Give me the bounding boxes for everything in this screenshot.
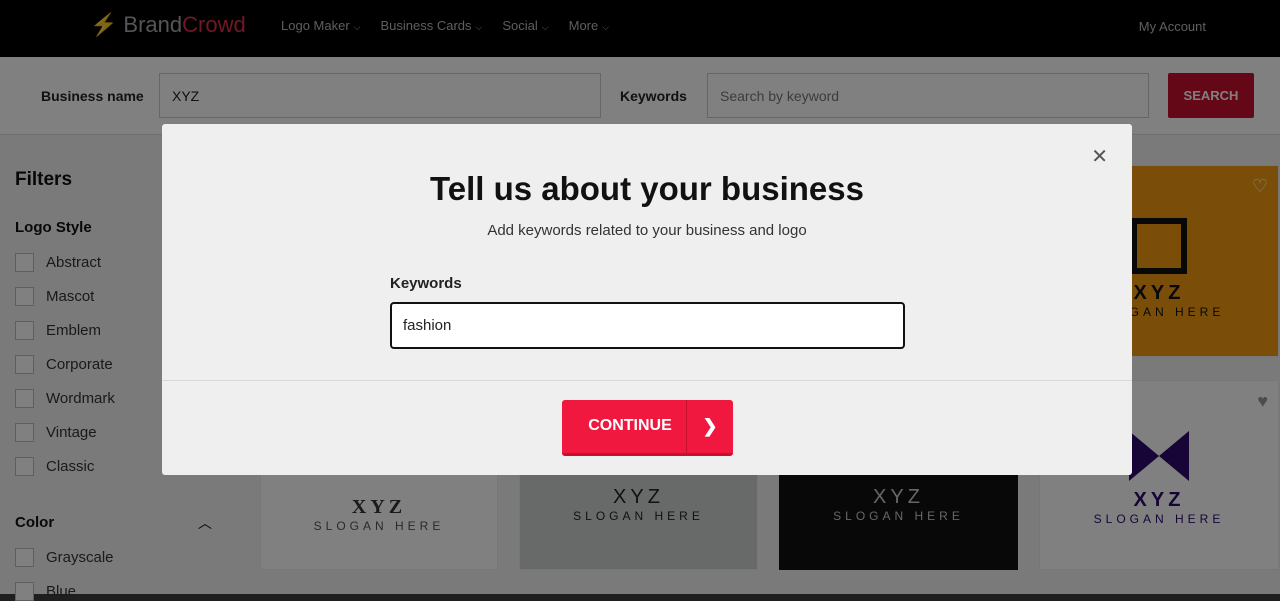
heart-icon[interactable]: ♥: [1257, 391, 1268, 412]
brandcrowd-logo[interactable]: ⚡ Brand Crowd: [90, 12, 246, 38]
keywords-label: Keywords: [390, 275, 462, 292]
business-name-label: Business name: [41, 88, 144, 104]
filter-emblem[interactable]: Emblem: [15, 321, 101, 340]
logo-style-heading: Logo Style: [15, 219, 92, 236]
logo-mark-icon: [1129, 431, 1189, 481]
chevron-down-icon: ⌵: [602, 22, 610, 32]
logo-mark-icon: [1131, 218, 1187, 274]
continue-button[interactable]: CONTINUE ❯: [562, 400, 733, 456]
nav-social[interactable]: Social ⌵: [502, 18, 548, 33]
filter-grayscale[interactable]: Grayscale: [15, 548, 114, 567]
chevron-up-icon[interactable]: ︿: [198, 513, 212, 533]
business-name-input[interactable]: XYZ: [159, 73, 601, 118]
keywords-label: Keywords: [620, 88, 687, 104]
business-keywords-modal: ✕ Tell us about your business Add keywor…: [162, 124, 1132, 475]
chevron-down-icon: ⌵: [353, 22, 361, 32]
color-heading: Color: [15, 514, 55, 531]
filter-classic[interactable]: Classic: [15, 457, 94, 476]
my-account-link[interactable]: My Account: [1139, 19, 1206, 34]
filter-abstract[interactable]: Abstract: [15, 253, 101, 272]
search-button[interactable]: SEARCH: [1168, 73, 1254, 118]
modal-subtitle: Add keywords related to your business an…: [487, 222, 807, 239]
chevron-down-icon: ⌵: [475, 22, 483, 32]
heart-icon[interactable]: ♡: [1252, 176, 1268, 197]
close-icon[interactable]: ✕: [1091, 144, 1108, 169]
filter-blue[interactable]: Blue: [15, 582, 76, 601]
filter-wordmark[interactable]: Wordmark: [15, 389, 115, 408]
nav-more[interactable]: More ⌵: [569, 18, 609, 33]
keywords-input[interactable]: [390, 302, 905, 349]
nav-logo-maker[interactable]: Logo Maker ⌵: [281, 18, 360, 33]
top-nav: ⚡ Brand Crowd Logo Maker ⌵ Business Cards ⌵ …: [0, 0, 1280, 57]
chevron-right-icon: ❯: [686, 400, 733, 453]
nav-business-cards[interactable]: Business Cards ⌵: [380, 18, 482, 33]
filters-title: Filters: [15, 169, 73, 190]
filter-corporate[interactable]: Corporate: [15, 355, 113, 374]
filter-vintage[interactable]: Vintage: [15, 423, 97, 442]
keyword-search-input[interactable]: Search by keyword: [707, 73, 1149, 118]
chevron-down-icon: ⌵: [541, 22, 549, 32]
logo-bolt-icon: ⚡: [90, 12, 118, 37]
filter-mascot[interactable]: Mascot: [15, 287, 94, 306]
divider: [162, 380, 1132, 381]
modal-title: Tell us about your business: [430, 170, 864, 207]
